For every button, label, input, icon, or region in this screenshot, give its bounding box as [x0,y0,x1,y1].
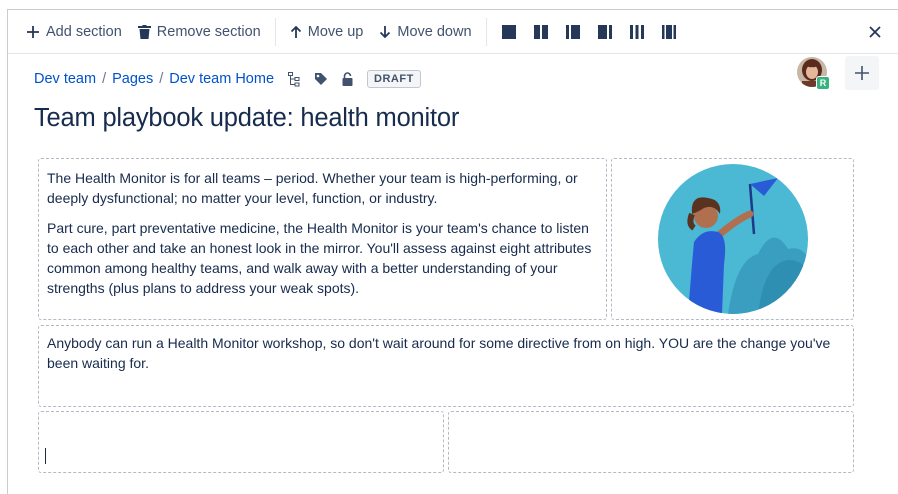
toolbar-divider [274,17,276,46]
layout-right-sidebar-icon [597,24,612,39]
breadcrumb: Dev team / Pages / Dev team Home DRAFT [34,70,421,88]
close-toolbar-button[interactable] [860,17,890,47]
breadcrumb-separator: / [159,71,164,87]
layout-three-column-icon [629,24,644,39]
layout-cell-empty[interactable] [38,411,444,473]
layout-two-equal-icon [533,24,548,39]
page-title[interactable]: Team playbook update: health monitor [34,104,459,133]
invite-collaborator-button[interactable] [845,56,879,90]
move-down-label: Move down [397,23,472,40]
status-badge: DRAFT [367,70,421,88]
label-tag-icon[interactable] [314,72,328,86]
layout-right-sidebar-button[interactable] [589,17,621,47]
restrictions-lock-icon[interactable] [342,72,353,86]
move-up-label: Move up [307,23,364,40]
remove-section-button[interactable]: Remove section [130,17,269,47]
layout-single-icon [501,24,516,39]
arrow-down-icon [379,25,391,39]
move-down-button[interactable]: Move down [371,17,479,47]
breadcrumb-home-link[interactable]: Dev team Home [169,71,274,87]
layout-left-sidebar-icon [565,24,580,39]
layout-three-sidebars-button[interactable] [653,17,685,47]
close-icon [869,26,881,38]
breadcrumb-separator: / [102,71,107,87]
paragraph: Part cure, part preventative medicine, t… [47,220,592,296]
trash-icon [137,24,151,39]
paragraph: Anybody can run a Health Monitor worksho… [47,335,831,371]
layout-single-column-button[interactable] [493,17,525,47]
page-tree-icon[interactable] [288,71,300,87]
remove-section-label: Remove section [156,23,261,40]
add-section-button[interactable]: Add section [18,17,130,47]
health-monitor-illustration [658,164,808,314]
section-toolbar: Add section Remove section Move up Move … [8,10,898,54]
layout-cell-text[interactable]: Anybody can run a Health Monitor worksho… [38,325,854,407]
layout-cell-image[interactable] [611,158,854,320]
paragraph: The Health Monitor is for all teams – pe… [47,170,578,206]
layout-three-sidebars-icon [661,24,676,39]
add-section-label: Add section [46,23,122,40]
layout-two-equal-button[interactable] [525,17,557,47]
toolbar-divider [485,17,487,46]
breadcrumb-pages-link[interactable]: Pages [112,71,153,87]
breadcrumb-space-link[interactable]: Dev team [34,71,96,87]
plus-icon [26,25,40,39]
layout-three-column-button[interactable] [621,17,653,47]
plus-icon [855,66,869,80]
move-up-button[interactable]: Move up [282,17,372,47]
collaborator-badge: R [816,76,830,90]
text-caret [45,448,46,464]
layout-cell-empty[interactable] [448,411,854,473]
layout-left-sidebar-button[interactable] [557,17,589,47]
arrow-up-icon [290,25,302,39]
layout-cell-text[interactable]: The Health Monitor is for all teams – pe… [38,158,607,320]
